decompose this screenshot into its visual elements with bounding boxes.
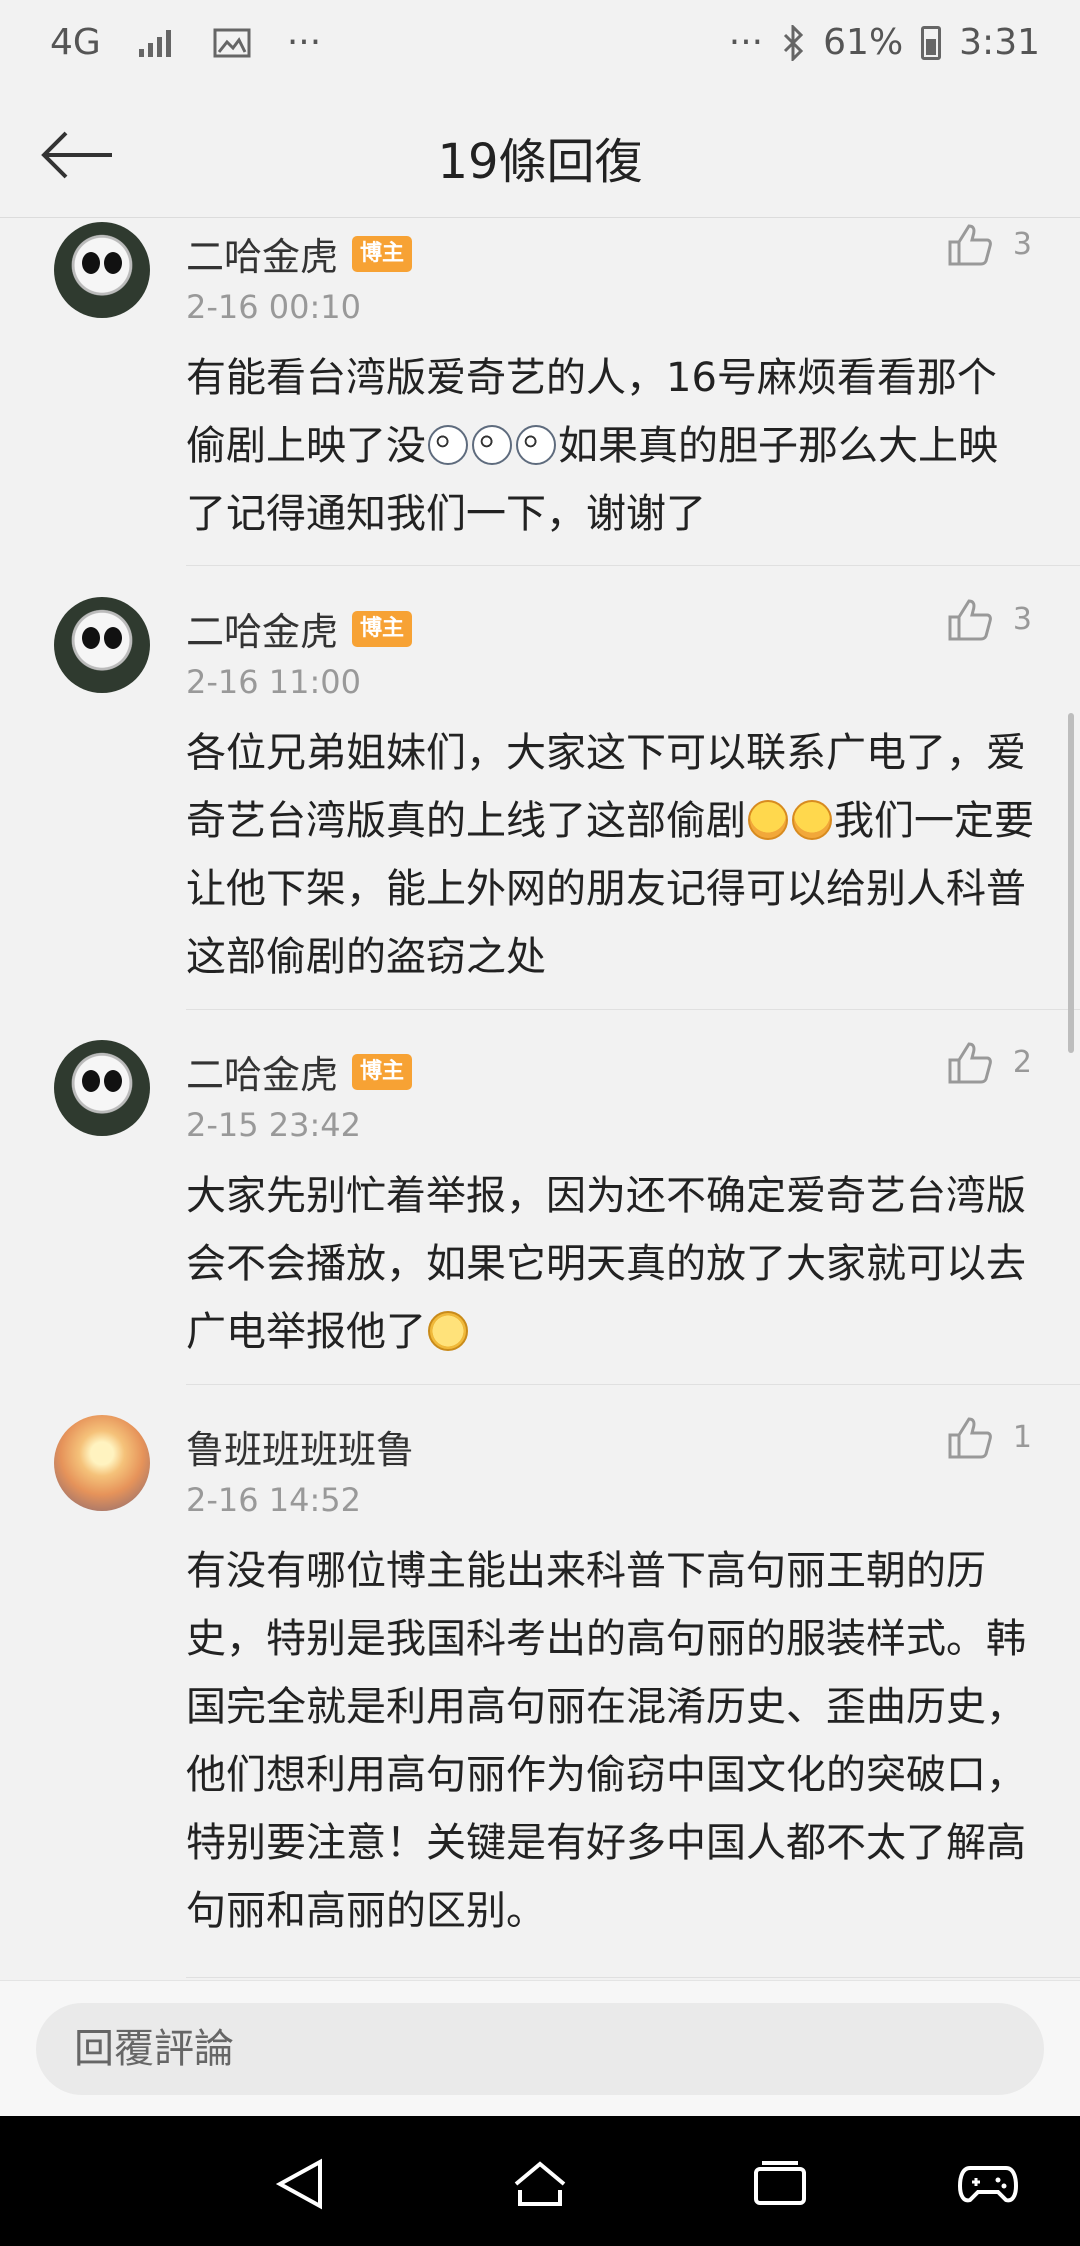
like-button[interactable]: 2 [947,1040,1032,1084]
emoji-icon [428,425,468,465]
nav-home-button[interactable] [510,2156,570,2212]
signal-icon [137,27,177,59]
battery-icon [921,25,942,60]
username-row: 二哈金虎 博主 [186,601,413,656]
avatar[interactable] [54,222,150,318]
reply-bar: 回覆評論 [0,1980,1080,2116]
comment-body: 各位兄弟姐妹们，大家这下可以联系广电了，爱奇艺台湾版真的上线了这部偷剧 我们一定要… [186,719,1036,991]
like-count: 1 [1012,1419,1032,1455]
comment-body: 有能看台湾版爱奇艺的人，16号麻烦看看那个偷剧上映了没 如果真的胆子那么大上映了记… [186,344,1036,548]
comment-list[interactable]: 二哈金虎 博主 2-16 00:10 3 有能看台湾版爱奇艺的人，16号麻烦看看… [0,218,1080,1980]
app-header: 19條回復 [0,92,1080,218]
scrollbar[interactable] [1068,713,1074,1053]
username[interactable]: 二哈金虎 [186,1044,338,1099]
divider [186,1977,1080,1978]
bluetooth-icon [781,24,805,61]
more-notifications: ··· [286,22,322,63]
thumbs-up-icon [948,1417,992,1459]
nav-recents-button[interactable] [750,2156,810,2212]
username[interactable]: 二哈金虎 [186,601,338,656]
glasses-emoji-icon [428,1311,468,1351]
username-row: 二哈金虎 博主 [186,1044,413,1099]
battery-percent: 61% [823,22,904,63]
avatar[interactable] [54,1415,150,1511]
crying-emoji-icon [792,800,832,840]
username-row: 鲁班班班班鲁 [186,1419,414,1474]
like-button[interactable]: 3 [947,597,1032,641]
recents-icon [754,2161,806,2205]
like-count: 3 [1012,226,1032,262]
divider [186,1384,1080,1385]
image-icon [213,28,251,58]
comment-text: 有没有哪位博主能出来科普下高句丽王朝的历史，特别是我国科考出的高句丽的服装样式。… [186,1548,1026,1934]
divider [186,1009,1080,1010]
comment-body: 大家先别忙着举报，因为还不确定爱奇艺台湾版会不会播放，如果它明天真的放了大家就可… [186,1162,1036,1366]
thumbs-up-icon [948,224,992,266]
nav-back-button[interactable] [270,2156,330,2212]
username[interactable]: 鲁班班班班鲁 [186,1419,414,1474]
blogger-badge: 博主 [352,235,413,272]
timestamp: 2-15 23:42 [186,1106,362,1144]
thumbs-up-icon [948,599,992,641]
clock: 3:31 [959,22,1040,63]
page-title: 19條回復 [437,134,643,190]
triangle-back-icon [275,2158,322,2210]
avatar[interactable] [54,597,150,693]
username-row: 二哈金虎 博主 [186,226,413,281]
timestamp: 2-16 00:10 [186,288,362,326]
nav-game-button[interactable] [958,2156,1018,2212]
avatar[interactable] [54,1040,150,1136]
blogger-badge: 博主 [352,1053,413,1090]
like-button[interactable]: 1 [947,1415,1032,1459]
blogger-badge: 博主 [352,610,413,647]
emoji-icon [516,425,556,465]
timestamp: 2-16 14:52 [186,1481,362,1519]
username[interactable]: 二哈金虎 [186,226,338,281]
network-type: 4G [50,22,101,63]
system-nav-bar [0,2116,1080,2246]
comment-body: 有没有哪位博主能出来科普下高句丽王朝的历史，特别是我国科考出的高句丽的服装样式。… [186,1537,1036,1945]
home-icon [514,2161,566,2206]
timestamp: 2-16 11:00 [186,663,362,701]
reply-input[interactable]: 回覆評論 [36,2003,1044,2095]
divider [186,565,1080,566]
like-button[interactable]: 3 [947,222,1032,266]
emoji-icon [472,425,512,465]
thumbs-up-icon [948,1042,992,1084]
status-bar: 4G ··· ··· 61% 3:31 [0,0,1080,92]
gamepad-icon [958,2166,1018,2203]
like-count: 3 [1012,601,1032,637]
comment-text: 大家先别忙着举报，因为还不确定爱奇艺台湾版会不会播放，如果它明天真的放了大家就可… [186,1173,1026,1355]
more-status: ··· [728,22,764,63]
like-count: 2 [1012,1044,1032,1080]
crying-emoji-icon [748,800,788,840]
